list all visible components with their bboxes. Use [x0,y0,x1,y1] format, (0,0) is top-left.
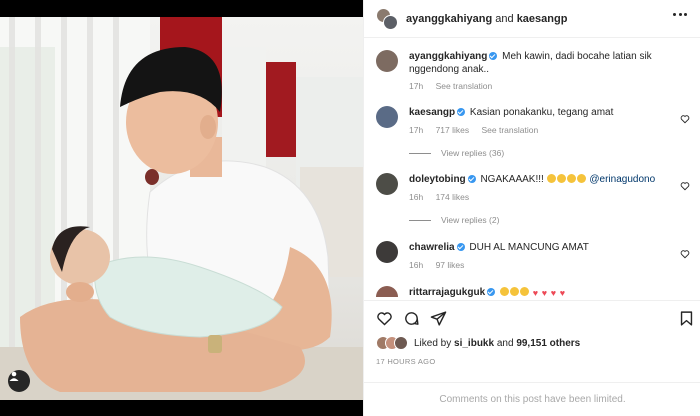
emoji-icon [500,287,510,296]
likes-summary: Liked by si_ibukk and 99,151 others [376,336,580,350]
share-icon[interactable] [430,310,447,327]
collab-avatars[interactable] [376,7,398,30]
comment-icon[interactable] [403,310,420,327]
more-icon[interactable] [673,13,687,17]
heart-icon[interactable] [376,310,393,327]
view-replies-label: View replies (36) [441,148,505,158]
post-sidebar: ayanggkahiyang and kaesangp ayanggkahiya… [363,0,700,416]
see-translation-button[interactable]: See translation [482,125,539,135]
emoji-icon [520,287,530,296]
comments-list: ayanggkahiyang Meh kawin, dadi bocahe la… [364,39,700,297]
comment-likes[interactable]: 97 likes [436,260,465,270]
avatar [383,14,398,30]
likes-prefix: Liked by [414,337,452,349]
avatar[interactable] [376,106,398,128]
person-glyph [9,371,19,381]
action-bar [364,300,700,334]
heart-icon[interactable] [680,114,690,124]
emoji-icon [577,174,587,183]
heart-icon[interactable] [680,181,690,191]
verified-icon [487,288,496,296]
comment-likes[interactable]: 717 likes [436,125,470,135]
emoji-icon [557,174,567,183]
verified-icon [457,108,466,116]
likes-joiner: and [496,337,514,349]
avatar[interactable] [376,173,398,195]
comment-likes[interactable]: 174 likes [436,192,470,202]
heart-icon[interactable] [680,249,690,259]
red-heart-icon: ♥ [532,288,539,298]
red-heart-icon: ♥ [559,288,566,298]
post-viewer: ayanggkahiyang and kaesangp ayanggkahiya… [0,0,700,416]
header-usernames: ayanggkahiyang and kaesangp [406,13,567,25]
emoji-icon [547,174,557,183]
comment-username[interactable]: rittarrajagukguk [409,287,485,297]
bookmark-icon[interactable] [678,310,695,327]
red-heart-icon: ♥ [541,288,548,298]
post-header: ayanggkahiyang and kaesangp [364,0,700,38]
avatar[interactable] [376,241,398,263]
verified-icon [456,243,465,251]
caption: ayanggkahiyang Meh kawin, dadi bocahe la… [376,50,694,95]
avatar[interactable] [376,286,398,297]
red-heart-icon: ♥ [550,288,557,298]
comment-time[interactable]: 16h [409,260,423,270]
header-user2[interactable]: kaesangp [517,13,568,25]
comment-text: Kasian ponakanku, tegang amat [469,107,614,118]
comment-username[interactable]: chawrelia [409,242,455,253]
photo-container [0,0,363,416]
view-replies-button[interactable]: View replies (2) [409,215,499,225]
caption-time[interactable]: 17h [409,81,423,91]
comment-time[interactable]: 17h [409,125,423,135]
comment-text: DUH AL MANCUNG AMAT [469,242,589,253]
emoji-icon [567,174,577,183]
list-item: rittarrajagukguk ♥ ♥ ♥ ♥ [376,286,694,297]
view-replies-label: View replies (2) [441,215,500,225]
verified-icon [489,52,498,60]
user-tag-icon[interactable] [8,370,30,392]
comment-username[interactable]: kaesangp [409,107,455,118]
photo-illustration [0,17,363,400]
comment-time[interactable]: 16h [409,192,423,202]
caption-username[interactable]: ayanggkahiyang [409,51,487,62]
comment-text: NGAKAAAK!!! [480,174,544,185]
likes-user[interactable]: si_ibukk [454,338,494,349]
list-item: chawrelia DUH AL MANCUNG AMAT 16h 97 lik… [376,241,694,277]
comment-mention[interactable]: @erinagudono [589,174,655,185]
avatar[interactable] [376,50,398,72]
liker-avatars[interactable] [376,336,410,350]
likes-others[interactable]: 99,151 others [516,338,580,349]
post-timestamp[interactable]: 17 HOURS AGO [376,357,435,366]
post-photo[interactable] [0,17,363,400]
emoji-icon [510,287,520,296]
header-user1[interactable]: ayanggkahiyang [406,13,492,25]
list-item: kaesangp Kasian ponakanku, tegang amat 1… [376,106,694,166]
see-translation-button[interactable]: See translation [436,81,493,91]
comments-limited-notice: Comments on this post have been limited. [364,382,700,416]
list-item: doleytobing NGAKAAAK!!! @erinagudono 16h… [376,173,694,233]
comment-username[interactable]: doleytobing [409,174,466,185]
header-joiner: and [495,12,514,25]
view-replies-button[interactable]: View replies (36) [409,148,504,158]
verified-icon [467,175,476,183]
